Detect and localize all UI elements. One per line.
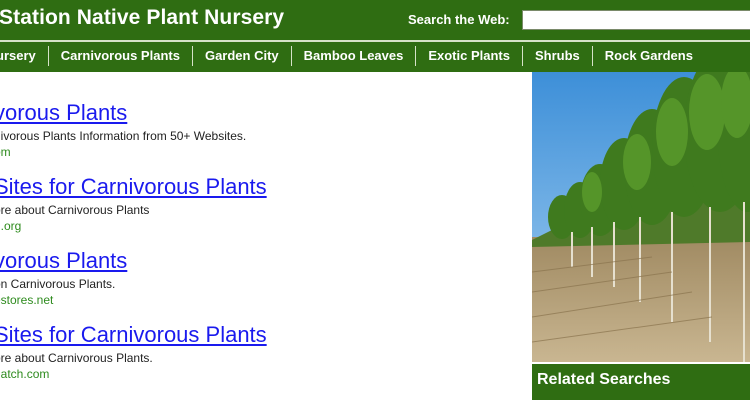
result-description: on Carnivorous Plants.	[0, 277, 116, 291]
result-item: Sites for Carnivorous Plants ore about C…	[0, 322, 514, 396]
search-results: vorous Plants nivorous Plants Informatio…	[0, 100, 514, 396]
nav-item-shrubs[interactable]: Shrubs	[521, 46, 592, 66]
result-title-link[interactable]: vorous Plants	[0, 248, 514, 274]
result-url[interactable]: om	[0, 144, 514, 160]
result-url[interactable]: estores.net	[0, 292, 514, 308]
nav-item-carnivorous-plants[interactable]: Carnivorous Plants	[47, 46, 192, 66]
site-header: Station Native Plant Nursery Search the …	[0, 0, 750, 40]
result-item: Sites for Carnivorous Plants ore about C…	[0, 174, 514, 248]
nav-item-exotic-plants[interactable]: Exotic Plants	[415, 46, 522, 66]
result-item: vorous Plants nivorous Plants Informatio…	[0, 100, 514, 174]
related-searches-title: Related Searches	[537, 371, 671, 388]
search-input[interactable]	[522, 10, 750, 30]
related-searches-header: Related Searches	[532, 362, 750, 400]
result-description: nivorous Plants Information from 50+ Web…	[0, 129, 247, 143]
result-description: ore about Carnivorous Plants.	[0, 351, 153, 365]
nav-item-bamboo-leaves[interactable]: Bamboo Leaves	[290, 46, 416, 66]
result-title-link[interactable]: Sites for Carnivorous Plants	[0, 322, 514, 348]
result-url[interactable]: h.org	[0, 218, 514, 234]
site-title[interactable]: Station Native Plant Nursery	[0, 6, 284, 30]
nav-item-garden-city[interactable]: Garden City	[191, 46, 291, 66]
nav-item-rock-gardens[interactable]: Rock Gardens	[591, 46, 705, 66]
result-url[interactable]: natch.com	[0, 366, 514, 382]
result-title-link[interactable]: Sites for Carnivorous Plants	[0, 174, 514, 200]
result-title-link[interactable]: vorous Plants	[0, 100, 514, 126]
result-description: ore about Carnivorous Plants	[0, 203, 150, 217]
tree-rows-image	[532, 72, 750, 362]
nav-item-nursery[interactable]: ursery	[0, 46, 48, 66]
result-item: vorous Plants on Carnivorous Plants. est…	[0, 248, 514, 322]
category-nav: ursery Carnivorous Plants Garden City Ba…	[0, 40, 750, 72]
nursery-tree-rows-photo	[532, 72, 750, 362]
search-label: Search the Web:	[408, 12, 510, 27]
